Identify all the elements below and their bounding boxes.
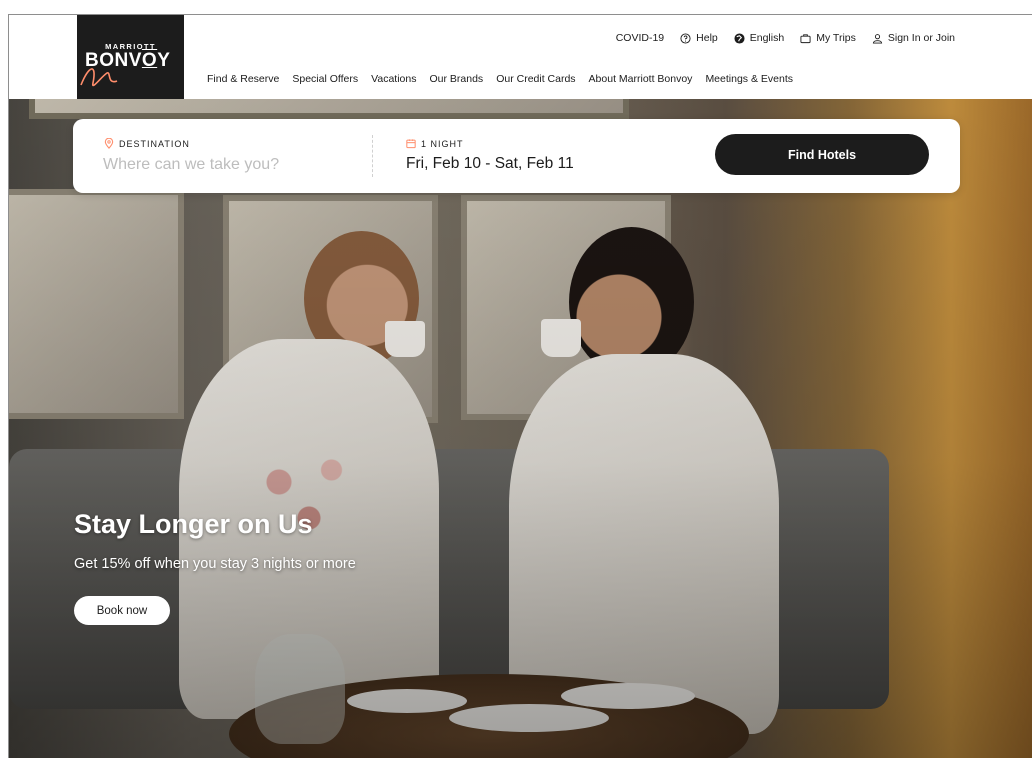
util-covid-link[interactable]: COVID-19 [616,32,664,44]
date-range-picker[interactable]: Fri, Feb 10 - Sat, Feb 11 [406,155,574,173]
nav-find-reserve[interactable]: Find & Reserve [207,73,279,85]
utility-nav: COVID-19 Help English My Trips Sign In o… [616,32,955,44]
nav-about-bonvoy[interactable]: About Marriott Bonvoy [589,73,693,85]
util-help-label: Help [696,32,718,44]
nights-label-text: 1 NIGHT [421,138,464,149]
logo-swoosh-icon [80,68,118,87]
find-hotels-button[interactable]: Find Hotels [715,134,929,175]
nav-meetings-events[interactable]: Meetings & Events [705,73,793,85]
browser-viewport: MARRIOTT BONVOY COVID-19 Help English My… [8,14,1032,758]
hero-overlay [9,99,1032,758]
util-language-link[interactable]: English [734,32,784,44]
destination-input[interactable] [103,152,333,178]
nav-our-brands[interactable]: Our Brands [429,73,483,85]
util-my-trips-label: My Trips [816,32,856,44]
calendar-icon [406,139,416,149]
destination-label-text: DESTINATION [119,138,190,149]
destination-label: DESTINATION [104,138,190,149]
nav-special-offers[interactable]: Special Offers [292,73,358,85]
util-my-trips-link[interactable]: My Trips [800,32,856,44]
help-circle-icon [680,32,691,44]
book-now-button[interactable]: Book now [74,596,170,625]
util-covid-label: COVID-19 [615,32,665,44]
nav-credit-cards[interactable]: Our Credit Cards [496,73,575,85]
nights-label: 1 NIGHT [406,138,464,149]
hero-image [9,99,1032,758]
site-header: MARRIOTT BONVOY COVID-19 Help English My… [9,15,1032,99]
util-sign-in-label: Sign In or Join [887,32,955,44]
nav-vacations[interactable]: Vacations [371,73,416,85]
main-nav: Find & Reserve Special Offers Vacations … [207,73,793,85]
util-sign-in-link[interactable]: Sign In or Join [872,32,955,44]
suitcase-icon [800,33,811,43]
util-help-link[interactable]: Help [680,32,718,44]
promo-title: Stay Longer on Us [74,509,313,539]
promo-subtitle: Get 15% off when you stay 3 nights or mo… [74,556,356,572]
util-language-label: English [749,32,785,44]
marriott-bonvoy-logo[interactable]: MARRIOTT BONVOY [77,15,184,99]
user-icon [872,33,882,44]
location-pin-icon [104,138,114,149]
globe-icon [734,32,745,44]
field-divider [372,135,373,177]
hotel-search-bar: DESTINATION 1 NIGHT Fri, Feb 10 - Sat, F… [73,119,960,193]
